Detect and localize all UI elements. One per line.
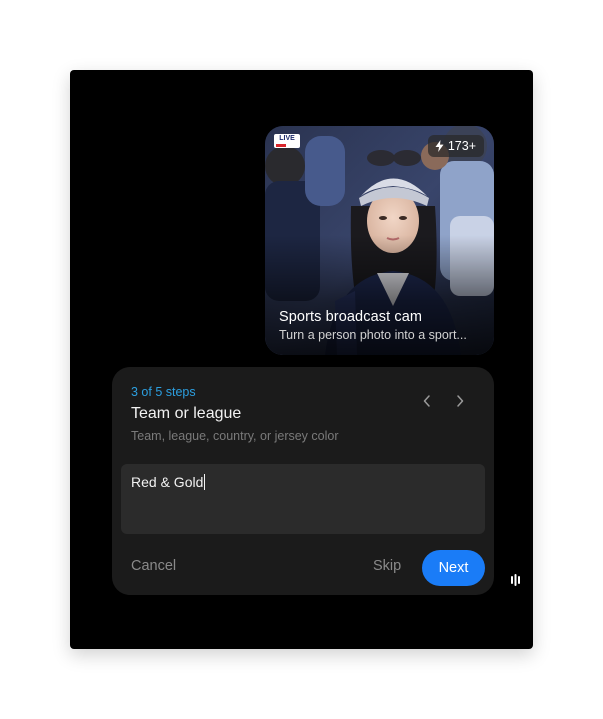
live-badge: LIVE bbox=[274, 134, 300, 148]
preset-card[interactable]: LIVE 173+ Sports broadcast cam Turn a pe… bbox=[265, 126, 494, 355]
usage-count: 173+ bbox=[447, 139, 476, 153]
step-hint: Team, league, country, or jersey color bbox=[131, 429, 339, 443]
answer-input[interactable]: Red & Gold bbox=[121, 464, 485, 534]
chevron-left-icon bbox=[423, 395, 430, 407]
live-badge-stripe bbox=[276, 144, 286, 147]
text-caret bbox=[204, 474, 206, 490]
step-title: Team or league bbox=[131, 405, 242, 422]
bolt-icon bbox=[435, 140, 444, 152]
skip-button[interactable]: Skip bbox=[373, 558, 401, 574]
usage-badge: 173+ bbox=[427, 135, 484, 157]
next-step-arrow-button[interactable] bbox=[450, 391, 470, 411]
step-progress: 3 of 5 steps bbox=[131, 385, 196, 399]
cancel-button[interactable]: Cancel bbox=[131, 558, 176, 574]
step-panel: 3 of 5 steps Team or league Team, league… bbox=[112, 367, 494, 595]
drag-handle-icon[interactable] bbox=[510, 573, 522, 587]
card-description: Turn a person photo into a sport... bbox=[279, 328, 467, 342]
live-badge-label: LIVE bbox=[279, 135, 295, 142]
next-button[interactable]: Next bbox=[422, 550, 485, 586]
previous-step-button[interactable] bbox=[417, 391, 437, 411]
answer-input-value: Red & Gold bbox=[131, 474, 204, 490]
chevron-right-icon bbox=[457, 395, 464, 407]
card-title: Sports broadcast cam bbox=[279, 309, 423, 325]
app-window: LIVE 173+ Sports broadcast cam Turn a pe… bbox=[70, 70, 533, 649]
